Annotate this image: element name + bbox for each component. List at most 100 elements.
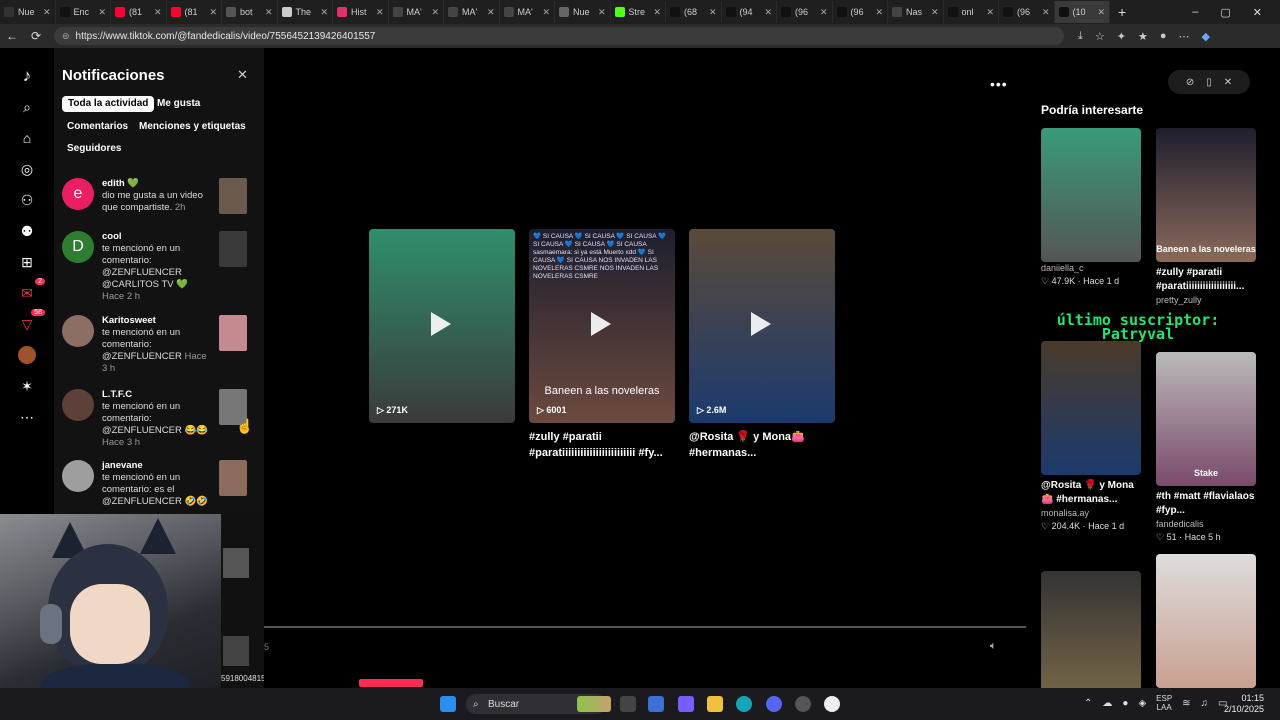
tab-close-icon[interactable]: ✕: [709, 7, 717, 18]
browser-tab[interactable]: Stre ✕: [611, 1, 666, 23]
notification-user[interactable]: edith 💚: [102, 178, 212, 190]
video-thumbnail[interactable]: Stake: [1041, 571, 1141, 705]
browser-tab[interactable]: MA' ✕: [389, 1, 444, 23]
tab-close-icon[interactable]: ✕: [986, 7, 994, 18]
browser-tab[interactable]: onl ✕: [944, 1, 999, 23]
reload-icon[interactable]: ⟳: [24, 29, 48, 43]
tab-close-icon[interactable]: ✕: [431, 7, 439, 18]
profile-icon[interactable]: ●: [1160, 30, 1167, 43]
notification-user[interactable]: Karitosweet: [102, 315, 212, 327]
autoscroll-icon[interactable]: ⊘: [1186, 77, 1194, 88]
chip-all-activity[interactable]: Toda la actividad: [62, 96, 155, 112]
video-thumbnail[interactable]: Stake: [1156, 352, 1256, 486]
menu-icon[interactable]: ⋯: [1179, 30, 1190, 43]
recommended-video-card[interactable]: Stake #th #matt #flavialaos #fyp... fanded…: [1156, 352, 1256, 544]
notification-thumb[interactable]: [223, 636, 249, 666]
maximize-icon[interactable]: ▢: [1220, 6, 1230, 19]
browser-tab[interactable]: Nue ✕: [555, 1, 611, 23]
notification-thumb[interactable]: [219, 460, 247, 496]
volume-icon[interactable]: 🔈︎: [990, 640, 997, 653]
more-icon[interactable]: ⋯: [17, 407, 37, 427]
avatar[interactable]: [62, 315, 94, 347]
minimize-icon[interactable]: –: [1192, 6, 1198, 19]
video-author[interactable]: fandedicalis: [1156, 518, 1256, 531]
recommended-video-card[interactable]: daniiella_c ♡ 47.9K · Hace 1 d: [1041, 128, 1141, 288]
browser-tab[interactable]: (81 ✕: [111, 1, 167, 23]
tab-close-icon[interactable]: ✕: [1042, 7, 1050, 18]
notification-thumb[interactable]: [219, 231, 247, 267]
live-icon[interactable]: ✶: [17, 376, 37, 396]
chip-mentions[interactable]: Menciones y etiquetas: [133, 119, 252, 135]
video-thumbnail[interactable]: [1041, 128, 1141, 262]
tab-close-icon[interactable]: ✕: [931, 7, 939, 18]
home-icon[interactable]: ⌂: [17, 128, 37, 148]
tab-close-icon[interactable]: ✕: [487, 7, 495, 18]
video-caption[interactable]: #zully #paratii #paratiiiiiiiiiiiiiiiiii…: [1156, 266, 1256, 294]
video-thumbnail[interactable]: [1156, 554, 1256, 688]
recommended-video-card[interactable]: @Rosita 🌹 y Mona 👛 #hermanas... monalisa.…: [1041, 341, 1141, 533]
browser-tab[interactable]: (96 ✕: [777, 1, 833, 23]
video-thumbnail[interactable]: Baneen a las noveleras: [1156, 128, 1256, 262]
browser-tab[interactable]: Nas ✕: [888, 1, 944, 23]
tab-close-icon[interactable]: ✕: [98, 7, 106, 18]
video-author[interactable]: monalisa.ay: [1041, 507, 1141, 520]
widget-icon[interactable]: [577, 696, 611, 712]
video-caption[interactable]: @Rosita 🌹 y Mona 👛 #hermanas...: [1041, 479, 1141, 507]
media-player-icon[interactable]: [824, 696, 840, 712]
notification-thumb[interactable]: [223, 548, 249, 578]
miniplayer-icon[interactable]: ▯: [1206, 77, 1212, 88]
video-author[interactable]: daniiella_c: [1041, 262, 1141, 275]
store-icon[interactable]: [648, 696, 664, 712]
activity-icon[interactable]: ▽ 58: [17, 309, 45, 334]
tab-close-icon[interactable]: ✕: [653, 7, 661, 18]
video-thumbnail[interactable]: ▷ 2.6M: [689, 229, 835, 423]
copilot-icon[interactable]: [678, 696, 694, 712]
play-icon[interactable]: [591, 312, 611, 336]
tiktok-logo-icon[interactable]: ♪: [17, 66, 37, 86]
task-view-icon[interactable]: [620, 696, 636, 712]
browser-tab[interactable]: The ✕: [278, 1, 333, 23]
file-explorer-icon[interactable]: [707, 696, 723, 712]
favorite-icon[interactable]: ☆: [1095, 30, 1105, 43]
site-info-icon[interactable]: ⊜: [62, 31, 70, 42]
tab-close-icon[interactable]: ✕: [820, 7, 828, 18]
browser-tab[interactable]: Nue ✕: [0, 1, 56, 23]
shield-icon[interactable]: ◈: [1138, 698, 1146, 709]
video-card[interactable]: ▷ 2.6M @Rosita 🌹 y Mona👛 #hermanas...: [689, 229, 835, 461]
language-indicator[interactable]: ESP LAA: [1156, 694, 1172, 712]
video-caption[interactable]: @Rosita 🌹 y Mona👛 #hermanas...: [689, 429, 835, 461]
wifi-icon[interactable]: ≋: [1182, 698, 1190, 709]
browser-tab[interactable]: (68 ✕: [666, 1, 722, 23]
play-icon[interactable]: [431, 312, 451, 336]
browser-tab[interactable]: Enc ✕: [56, 1, 111, 23]
inbox-icon[interactable]: ✉ 2: [17, 278, 45, 303]
tab-close-icon[interactable]: ✕: [43, 7, 51, 18]
tab-close-icon[interactable]: ✕: [265, 7, 273, 18]
tab-close-icon[interactable]: ✕: [320, 7, 328, 18]
browser-tab[interactable]: Hist ✕: [333, 1, 389, 23]
install-icon[interactable]: ⤓: [1078, 30, 1083, 43]
avatar[interactable]: [62, 389, 94, 421]
browser-tab[interactable]: (96 ✕: [833, 1, 888, 23]
video-thumbnail[interactable]: ▷ 271K: [369, 229, 515, 423]
copilot-icon[interactable]: ◆: [1202, 30, 1210, 43]
avatar[interactable]: [62, 460, 94, 492]
mic-icon[interactable]: ●: [1122, 698, 1128, 709]
upload-icon[interactable]: ⊞: [17, 252, 37, 272]
recommended-video-card[interactable]: Baneen a las noveleras #zully #paratii #p…: [1156, 128, 1256, 307]
notification-user[interactable]: janevane: [102, 460, 212, 472]
browser-tab[interactable]: bot ✕: [222, 1, 278, 23]
chip-comments[interactable]: Comentarios: [61, 119, 134, 135]
edge-icon[interactable]: [736, 696, 752, 712]
tab-close-icon[interactable]: ✕: [209, 7, 217, 18]
browser-tab[interactable]: MA' ✕: [500, 1, 555, 23]
tab-close-icon[interactable]: ✕: [598, 7, 606, 18]
tab-close-icon[interactable]: ✕: [1097, 7, 1105, 18]
taskbar-clock[interactable]: 01:15 2/10/2025: [1224, 693, 1264, 715]
video-thumbnail[interactable]: [1041, 341, 1141, 475]
tab-close-icon[interactable]: ✕: [875, 7, 883, 18]
video-thumbnail[interactable]: 💙 SI CAUSA 💙 SI CAUSA 💙 SI CAUSA 💙 SI CA…: [529, 229, 675, 423]
cloud-icon[interactable]: ☁: [1102, 698, 1112, 709]
extensions-icon[interactable]: ✦: [1117, 30, 1126, 43]
recommended-video-card[interactable]: [1156, 554, 1256, 688]
